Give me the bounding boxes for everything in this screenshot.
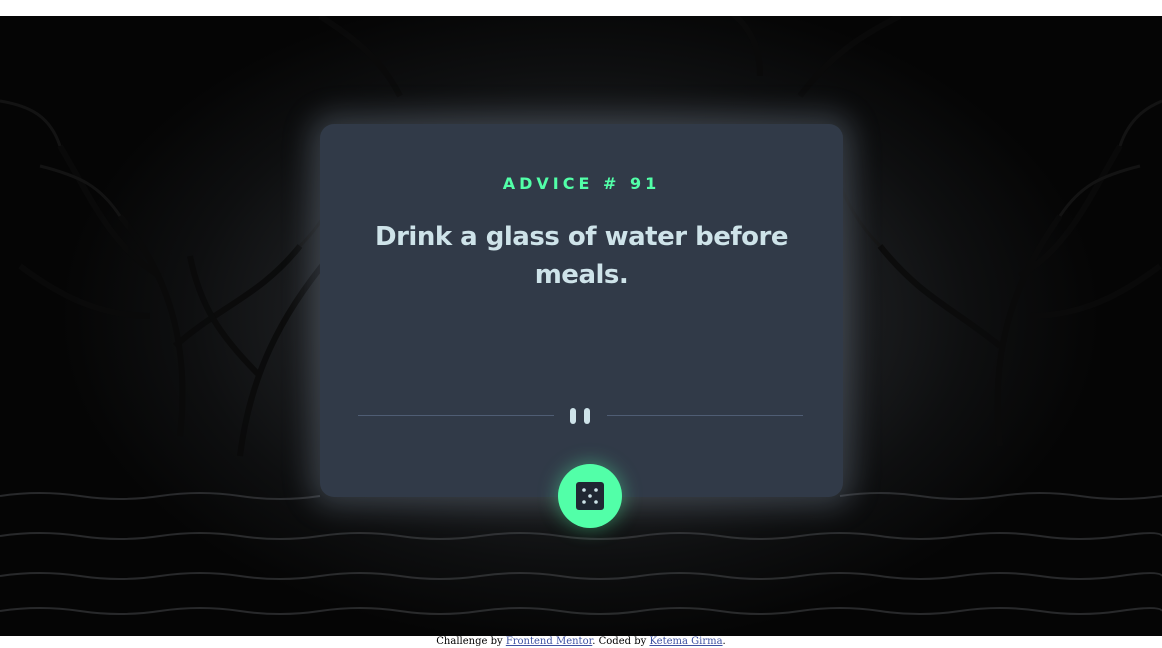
pause-icon xyxy=(570,408,592,424)
divider-line-left xyxy=(358,415,554,416)
new-advice-button[interactable] xyxy=(558,464,622,528)
divider-line-right xyxy=(607,415,803,416)
advice-quote: Drink a glass of water before meals. xyxy=(375,222,788,290)
author-link[interactable]: Ketema Girma xyxy=(649,636,722,647)
attribution-suffix: . xyxy=(722,636,726,647)
advice-card: ADVICE # 91 Drink a glass of water befor… xyxy=(320,124,843,497)
frontend-mentor-link[interactable]: Frontend Mentor xyxy=(506,636,592,647)
top-strip xyxy=(0,0,1162,16)
dice-icon xyxy=(576,482,604,510)
attribution-prefix: Challenge by xyxy=(436,636,506,647)
attribution-footer: Challenge by Frontend Mentor. Coded by K… xyxy=(0,636,1162,648)
advice-number-label: ADVICE # 91 xyxy=(502,174,661,193)
divider xyxy=(358,404,803,428)
attribution-middle: . Coded by xyxy=(592,636,650,647)
